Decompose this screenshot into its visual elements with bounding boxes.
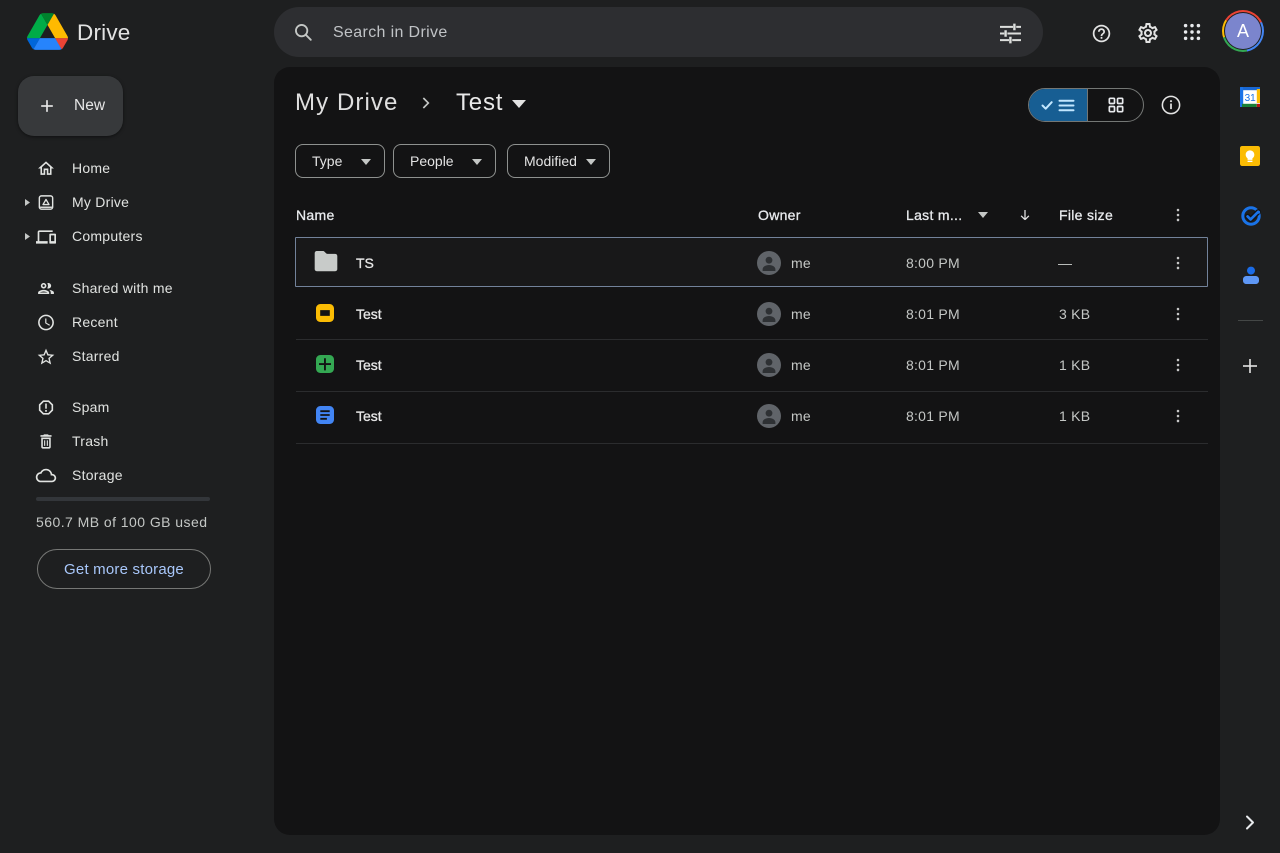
svg-text:31: 31 [1245,93,1257,104]
